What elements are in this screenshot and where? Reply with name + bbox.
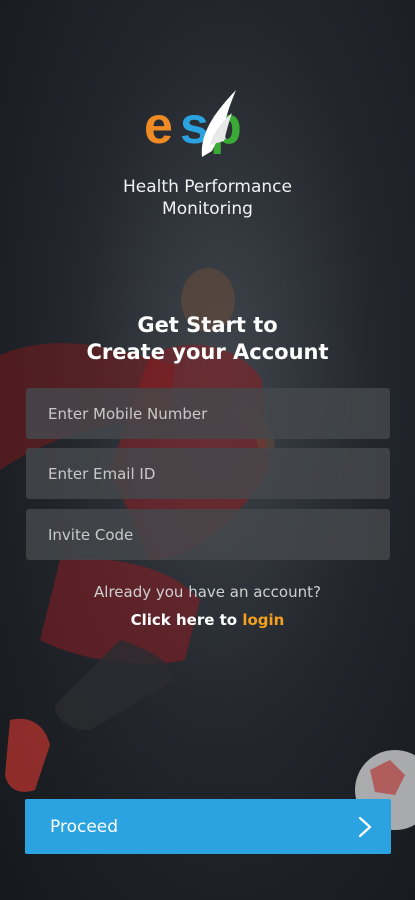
proceed-label: Proceed xyxy=(50,816,119,837)
proceed-button[interactable]: Proceed xyxy=(25,799,391,854)
login-prompt: Click here to login xyxy=(0,611,415,629)
email-input[interactable] xyxy=(26,448,390,499)
app-subtitle: Health Performance Monitoring xyxy=(123,177,292,219)
account-question: Already you have an account? xyxy=(94,583,321,601)
invite-code-input[interactable] xyxy=(26,509,390,560)
chevron-right-icon xyxy=(358,816,372,837)
click-here-text: Click here to xyxy=(130,611,238,629)
login-link[interactable]: login xyxy=(242,611,284,629)
esp-logo: e s p xyxy=(144,90,242,157)
svg-text:e: e xyxy=(144,97,173,155)
form-heading: Get Start to Create your Account xyxy=(86,313,329,364)
mobile-number-input[interactable] xyxy=(26,388,390,439)
